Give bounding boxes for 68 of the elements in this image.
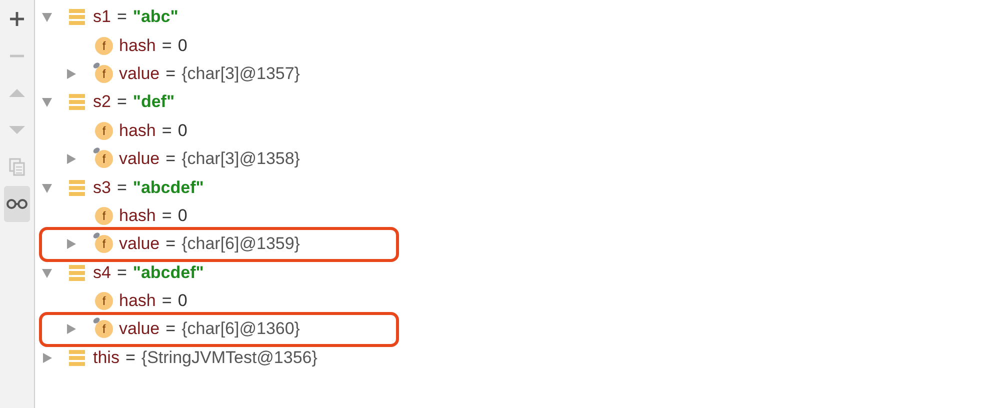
variable-name: s1 <box>93 7 111 28</box>
variable-name: hash <box>119 36 156 56</box>
variable-name: value <box>119 149 160 170</box>
field-icon: f <box>95 150 113 168</box>
equals-sign: = <box>166 234 176 254</box>
equals-sign: = <box>162 120 172 141</box>
copy-icon <box>9 158 25 176</box>
watches-button[interactable] <box>4 186 30 222</box>
expand-arrow-icon[interactable] <box>65 153 77 166</box>
field-icon: f <box>95 292 113 310</box>
collapse-arrow-icon[interactable] <box>41 96 53 108</box>
variable-icon <box>69 8 85 26</box>
expand-arrow-icon[interactable] <box>65 68 77 80</box>
field-icon: f <box>95 122 113 140</box>
variable-name: value <box>119 319 160 340</box>
variable-value: 0 <box>178 291 188 312</box>
field-icon: f <box>95 64 113 83</box>
add-icon <box>9 11 25 27</box>
equals-sign: = <box>116 178 127 198</box>
variable-name: value <box>119 234 160 254</box>
collapse-arrow-icon[interactable] <box>41 266 53 279</box>
equals-sign: = <box>116 92 127 112</box>
equals-sign: = <box>116 262 127 283</box>
variable-value: {char[3]@1358} <box>182 149 300 170</box>
expand-arrow-icon[interactable] <box>65 238 77 250</box>
variable-name: s2 <box>93 92 111 112</box>
glasses-icon <box>6 199 28 209</box>
equals-sign: = <box>166 149 176 170</box>
variable-value: "abc" <box>132 7 178 28</box>
down-icon <box>9 126 25 134</box>
variable-value: "abcdef" <box>132 262 204 283</box>
variable-name: hash <box>119 291 156 312</box>
equals-sign: = <box>162 291 172 312</box>
variable-icon <box>69 93 85 112</box>
remove-icon <box>9 54 25 58</box>
variable-icon <box>69 178 85 197</box>
variable-icon <box>69 264 85 282</box>
up-icon <box>9 89 25 97</box>
variable-name: value <box>119 64 160 84</box>
equals-sign: = <box>162 36 172 56</box>
variable-value: 0 <box>178 36 188 56</box>
variable-name: this <box>93 348 120 368</box>
variable-name: s3 <box>93 178 111 198</box>
variable-icon <box>69 348 85 367</box>
variable-name: s4 <box>93 262 111 283</box>
expand-arrow-icon[interactable] <box>65 323 77 336</box>
equals-sign: = <box>166 64 176 84</box>
variable-value: {StringJVMTest@1356} <box>141 348 318 368</box>
collapse-arrow-icon[interactable] <box>41 11 53 24</box>
variable-value: {char[6]@1360} <box>182 319 300 340</box>
variable-value: 0 <box>178 206 188 226</box>
variable-name: hash <box>119 120 156 141</box>
variable-name: hash <box>119 206 156 226</box>
expand-arrow-icon[interactable] <box>41 352 53 364</box>
variable-value: "def" <box>132 92 175 112</box>
equals-sign: = <box>125 348 136 368</box>
field-icon: f <box>95 206 113 225</box>
equals-sign: = <box>116 7 127 28</box>
variable-value: 0 <box>178 120 188 141</box>
collapse-arrow-icon[interactable] <box>41 182 53 194</box>
variable-value: {char[6]@1359} <box>182 234 300 254</box>
field-icon: f <box>95 36 113 55</box>
field-icon: f <box>95 235 113 254</box>
equals-sign: = <box>162 206 172 226</box>
field-icon: f <box>95 320 113 338</box>
equals-sign: = <box>166 319 176 340</box>
variable-value: "abcdef" <box>132 178 204 198</box>
variable-value: {char[3]@1357} <box>182 64 300 84</box>
